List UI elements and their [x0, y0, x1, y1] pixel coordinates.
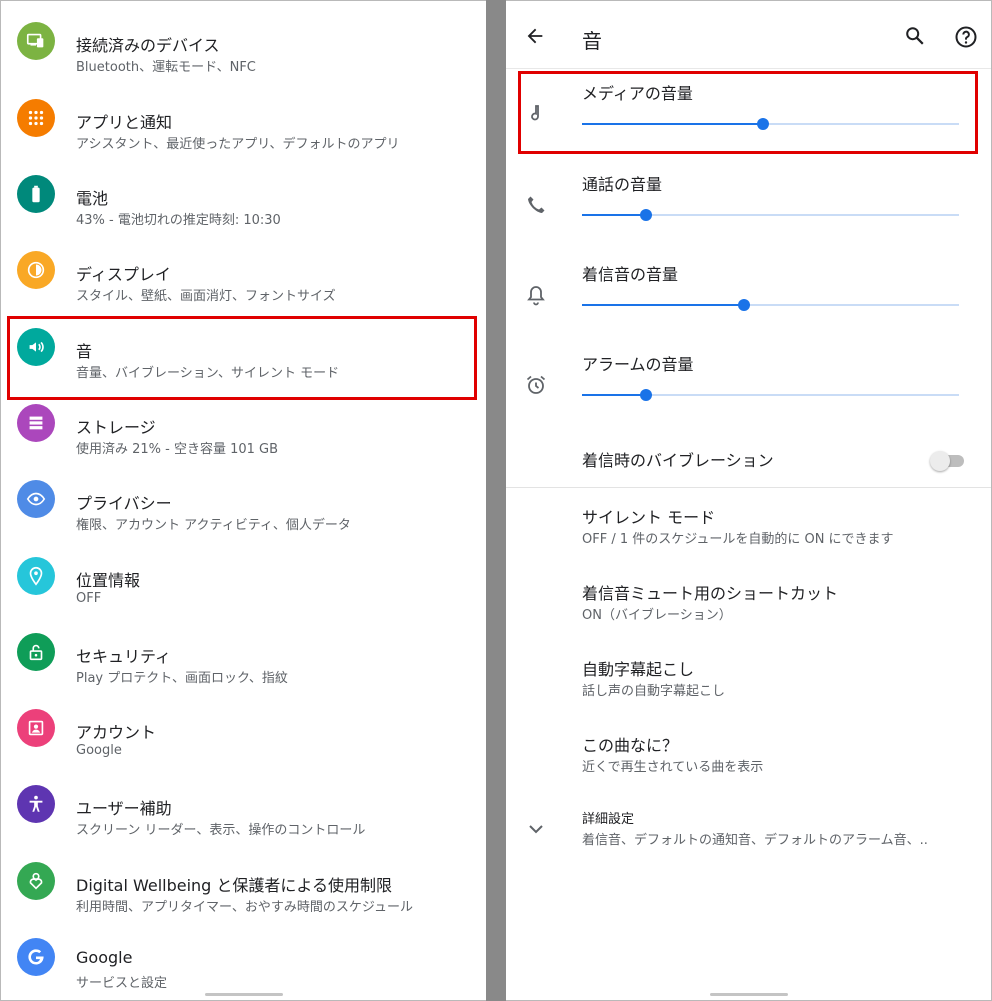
app-bar: 音: [506, 1, 991, 69]
search-icon[interactable]: [904, 25, 926, 47]
settings-item-subtitle: 利用時間、アプリタイマー、おやすみ時間のスケジュール: [76, 900, 413, 915]
alarm-icon: [526, 375, 546, 394]
settings-item-subtitle: スクリーン リーダー、表示、操作のコントロール: [76, 823, 366, 838]
vibrate-row[interactable]: 着信時のバイブレーション: [506, 439, 991, 483]
settings-item-title: プライバシー: [76, 494, 172, 513]
settings-item-title: 位置情報: [76, 571, 141, 590]
settings-item[interactable]: 位置情報 OFF: [1, 538, 486, 614]
apps-icon: [17, 99, 55, 137]
storage-icon: [17, 404, 55, 442]
option-title: 着信音ミュート用のショートカット: [582, 584, 839, 603]
settings-item-title: 電池: [76, 189, 109, 208]
settings-item-title: ユーザー補助: [76, 799, 172, 818]
settings-item-title: ストレージ: [76, 418, 156, 437]
wellbeing-icon: [17, 862, 55, 900]
volume-label: アラームの音量: [582, 355, 694, 374]
settings-item-subtitle: Play プロテクト、画面ロック、指紋: [76, 671, 288, 686]
option-title: 自動字幕起こし: [582, 660, 695, 679]
option-subtitle: ON（バイブレーション）: [582, 608, 732, 623]
connected-devices-icon: [17, 22, 55, 60]
settings-item-title: Digital Wellbeing と保護者による使用制限: [76, 876, 392, 895]
help-icon[interactable]: [954, 25, 978, 49]
settings-item[interactable]: ユーザー補助スクリーン リーダー、表示、操作のコントロール: [1, 766, 486, 842]
advanced-settings[interactable]: 詳細設定 着信音、デフォルトの通知音、デフォルトのアラーム音、..: [506, 799, 991, 869]
back-arrow-icon[interactable]: [524, 25, 546, 47]
settings-panel: 接続済みのデバイス Bluetooth、運転モード、NFC アプリと通知アシスタント…: [1, 1, 486, 999]
settings-item[interactable]: Digital Wellbeing と保護者による使用制限利用時間、アプリタイマ…: [1, 843, 486, 919]
volume-slider[interactable]: [582, 295, 959, 315]
settings-item-title: ディスプレイ: [76, 265, 171, 284]
sound-option[interactable]: サイレント モード OFF / 1 件のスケジュールを自動的に ON にできます: [506, 501, 991, 571]
section-divider: [506, 487, 991, 488]
settings-item[interactable]: 電池 43% - 電池切れの推定時刻: 10:30: [1, 156, 486, 232]
volume-row: 通話の音量: [506, 167, 991, 247]
slider-thumb[interactable]: [640, 209, 653, 221]
settings-item-subtitle: OFF: [76, 591, 102, 606]
option-subtitle: 近くで再生されている曲を表示: [582, 760, 764, 775]
settings-item[interactable]: アカウント Google: [1, 690, 486, 766]
vibrate-label: 着信時のバイブレーション: [582, 451, 774, 470]
accessibility-icon: [17, 785, 55, 823]
volume-label: 着信音の音量: [582, 265, 679, 284]
settings-item-subtitle: サービスと設定: [76, 976, 168, 991]
slider-thumb[interactable]: [738, 299, 751, 311]
option-title: サイレント モード: [582, 508, 716, 527]
slider-fill: [582, 394, 647, 396]
settings-item-subtitle: 権限、アカウント アクティビティ、個人データ: [76, 518, 351, 533]
privacy-icon: [17, 480, 55, 518]
location-icon: [17, 557, 55, 595]
settings-item-subtitle: 使用済み 21% - 空き容量 101 GB: [76, 442, 279, 457]
settings-item-subtitle: Google: [76, 743, 122, 758]
settings-item-title: Google: [76, 948, 133, 967]
settings-item-subtitle: 43% - 電池切れの推定時刻: 10:30: [76, 213, 281, 228]
settings-item[interactable]: Google サービスと設定: [1, 919, 486, 995]
account-icon: [17, 709, 55, 747]
advanced-title: 詳細設定: [582, 812, 635, 827]
panel-divider: [486, 0, 506, 1001]
settings-item[interactable]: ディスプレイスタイル、壁紙、画面消灯、フォントサイズ: [1, 232, 486, 308]
settings-item-subtitle: Bluetooth、運転モード、NFC: [76, 60, 256, 75]
volume-row: 着信音の音量: [506, 257, 991, 337]
vibrate-toggle[interactable]: [930, 451, 966, 471]
phone-icon: [528, 196, 545, 213]
settings-item-title: セキュリティ: [76, 647, 172, 666]
settings-item-title: アカウント: [76, 723, 157, 742]
sound-option[interactable]: 着信音ミュート用のショートカット ON（バイブレーション）: [506, 577, 991, 647]
slider-fill: [582, 214, 647, 216]
page-title: 音: [582, 29, 602, 53]
sound-option[interactable]: この曲なに？ 近くで再生されている曲を表示: [506, 729, 991, 799]
nav-handle: [205, 993, 283, 996]
settings-item-subtitle: スタイル、壁紙、画面消灯、フォントサイズ: [76, 289, 336, 304]
security-icon: [17, 633, 55, 671]
nav-handle: [710, 993, 788, 996]
google-icon: [17, 938, 55, 976]
slider-thumb[interactable]: [640, 389, 653, 401]
settings-item-title: アプリと通知: [76, 113, 173, 132]
settings-item[interactable]: アプリと通知アシスタント、最近使ったアプリ、デフォルトのアプリ: [1, 80, 486, 156]
settings-item-subtitle: アシスタント、最近使ったアプリ、デフォルトのアプリ: [76, 137, 400, 152]
sound-option[interactable]: 自動字幕起こし話し声の自動字幕起こし: [506, 653, 991, 723]
toggle-knob: [930, 451, 950, 471]
volume-row: アラームの音量: [506, 347, 991, 427]
volume-label: 通話の音量: [582, 175, 663, 194]
option-subtitle: OFF / 1 件のスケジュールを自動的に ON にできます: [582, 532, 894, 547]
settings-item-title: 接続済みのデバイス: [76, 36, 220, 55]
battery-icon: [17, 175, 55, 213]
slider-fill: [582, 304, 745, 306]
chevron-down-icon: [529, 825, 543, 834]
highlight-sound-item: [7, 316, 477, 400]
advanced-subtitle: 着信音、デフォルトの通知音、デフォルトのアラーム音、..: [582, 833, 928, 848]
bell-icon: [527, 286, 545, 306]
settings-item[interactable]: プライバシー権限、アカウント アクティビティ、個人データ: [1, 461, 486, 537]
highlight-media-volume: [518, 71, 978, 154]
volume-slider[interactable]: [582, 205, 959, 225]
option-title: この曲なに？: [582, 736, 679, 755]
settings-item[interactable]: セキュリティ Play プロテクト、画面ロック、指紋: [1, 614, 486, 690]
volume-slider[interactable]: [582, 385, 959, 405]
display-icon: [17, 251, 55, 289]
settings-item[interactable]: 接続済みのデバイス Bluetooth、運転モード、NFC: [1, 3, 486, 79]
option-subtitle: 話し声の自動字幕起こし: [582, 684, 726, 699]
